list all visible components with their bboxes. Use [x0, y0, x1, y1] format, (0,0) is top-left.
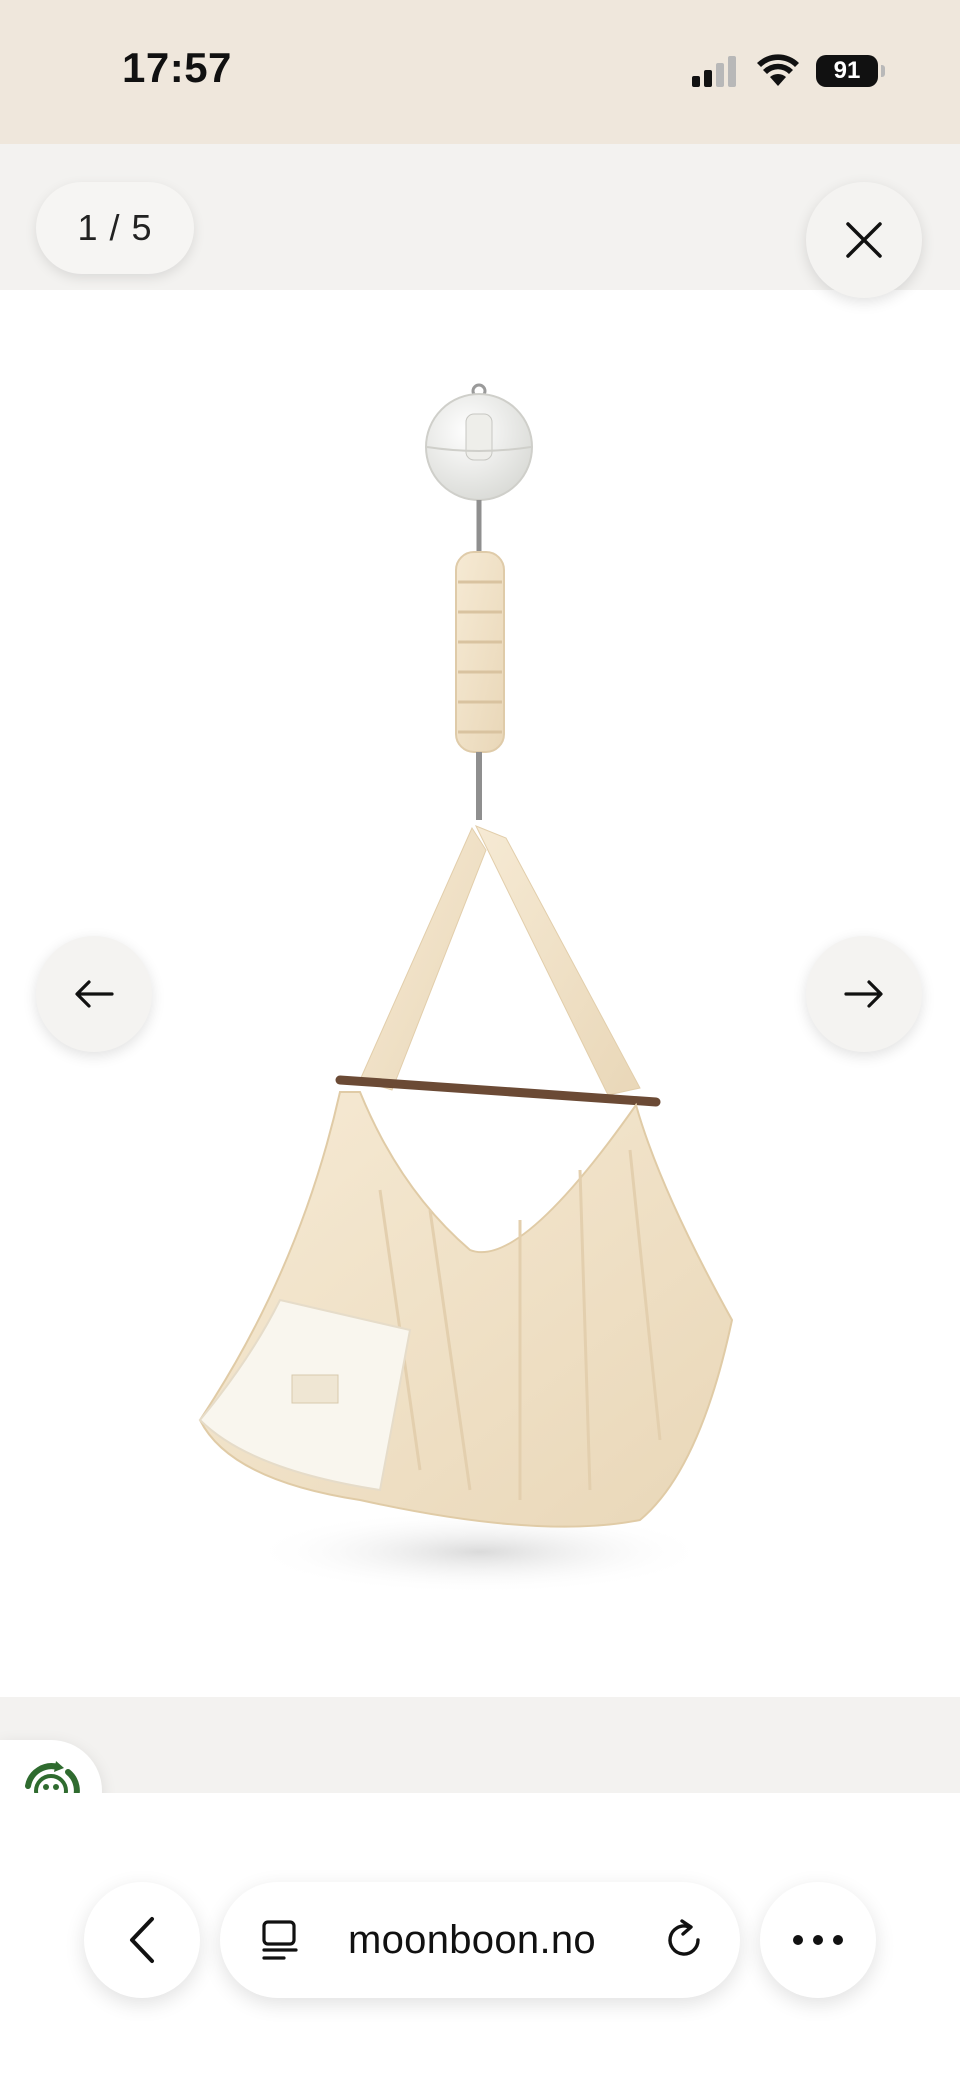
battery-level: 91: [833, 57, 861, 84]
battery-icon: 91: [816, 55, 885, 87]
system-icons: 91: [690, 50, 885, 92]
arrow-left-icon: [75, 980, 114, 1008]
back-chevron-icon: [130, 1917, 154, 1963]
close-icon: [846, 222, 882, 258]
url-text[interactable]: moonboon.no: [348, 1882, 596, 1998]
browser-back-button[interactable]: [84, 1882, 200, 1998]
reload-icon[interactable]: [662, 1918, 706, 1962]
reader-mode-icon[interactable]: [258, 1918, 302, 1962]
status-time: 17:57: [122, 44, 232, 91]
arrow-right-icon: [844, 980, 883, 1008]
viewer-bottom-band: [0, 1697, 960, 1793]
close-button[interactable]: [806, 182, 922, 298]
cellular-signal-icon: [692, 56, 736, 87]
more-icon: [793, 1935, 843, 1945]
browser-more-button[interactable]: [760, 1882, 876, 1998]
image-counter: 1 / 5: [36, 182, 194, 274]
previous-image-button[interactable]: [36, 936, 152, 1052]
next-image-button[interactable]: [806, 936, 922, 1052]
address-bar[interactable]: moonboon.no: [220, 1882, 740, 1998]
status-bar: 17:57 91: [0, 0, 960, 144]
wifi-icon: [757, 54, 799, 86]
